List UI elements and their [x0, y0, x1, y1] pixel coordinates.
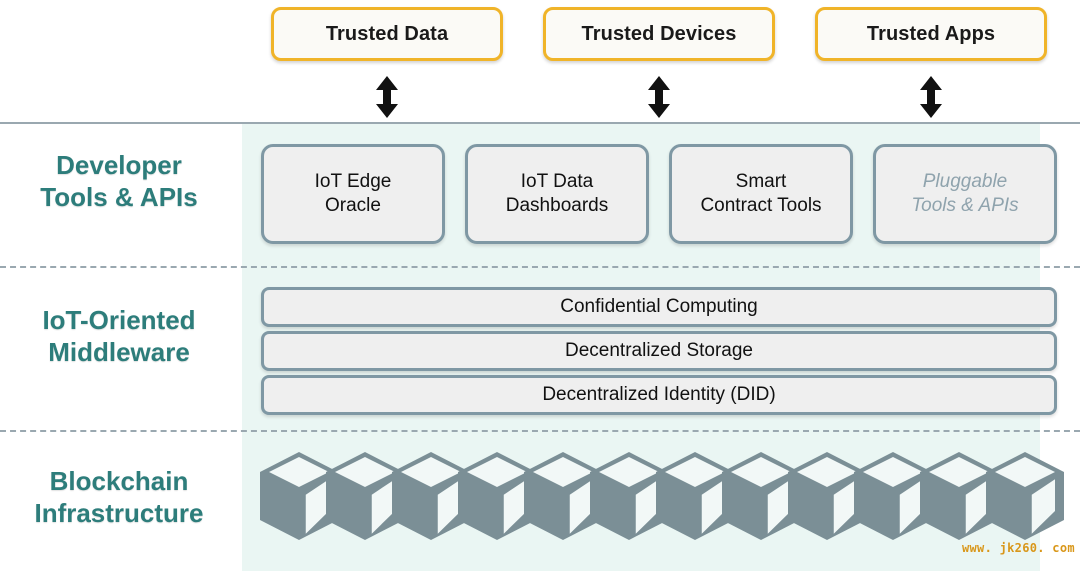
developer-card-pluggable-tools-apis[interactable]: Pluggable Tools & APIs [873, 144, 1057, 244]
middleware-card-text: Decentralized Storage [565, 339, 753, 361]
watermark-text: www. jk260. com [962, 541, 1075, 555]
trusted-data-label: Trusted Data [325, 22, 449, 45]
card-line-1: Smart [735, 170, 787, 192]
card-line-2: Dashboards [505, 195, 609, 216]
layer-label-developer-tools: Developer Tools & APIs [0, 150, 238, 213]
developer-card-smart-contract-tools[interactable]: Smart Contract Tools [669, 144, 853, 244]
layer-label-line-1: Blockchain [49, 466, 189, 496]
divider-middleware-blockchain [0, 430, 1080, 432]
layer-label-iot-middleware: IoT-Oriented Middleware [0, 305, 238, 368]
double-headed-vertical-arrow-icon [374, 75, 400, 119]
card-line-1: Pluggable [922, 170, 1008, 192]
card-line-2: Oracle [325, 195, 381, 216]
developer-card-text: IoT Edge Oracle [315, 170, 392, 219]
trusted-outcomes-row: Trusted Data Trusted Devices Trusted App… [0, 0, 1080, 70]
card-line-1: IoT Data [520, 170, 594, 192]
divider-developer-middleware [0, 266, 1080, 268]
double-headed-vertical-arrow-icon [646, 75, 672, 119]
blockchain-cube [986, 452, 1064, 540]
trusted-devices-box[interactable]: Trusted Devices [543, 7, 775, 61]
developer-card-iot-edge-oracle[interactable]: IoT Edge Oracle [261, 144, 445, 244]
middleware-card-decentralized-storage[interactable]: Decentralized Storage [261, 331, 1057, 371]
middleware-card-decentralized-identity[interactable]: Decentralized Identity (DID) [261, 375, 1057, 415]
layer-label-line-2: Tools & APIs [40, 181, 198, 212]
trusted-devices-label: Trusted Devices [581, 22, 737, 45]
middleware-card-text: Confidential Computing [560, 295, 758, 317]
double-headed-vertical-arrow-icon [918, 75, 944, 119]
card-line-2: Tools & APIs [911, 195, 1019, 216]
diagram-canvas: Trusted Data Trusted Devices Trusted App… [0, 0, 1080, 571]
developer-card-text: IoT Data Dashboards [506, 170, 608, 219]
trusted-data-box[interactable]: Trusted Data [271, 7, 503, 61]
divider-top [0, 122, 1080, 124]
developer-card-text: Pluggable Tools & APIs [911, 170, 1018, 219]
isometric-cube-chain-icon [258, 448, 1068, 548]
developer-card-text: Smart Contract Tools [700, 170, 821, 219]
middleware-card-confidential-computing[interactable]: Confidential Computing [261, 287, 1057, 327]
trusted-apps-box[interactable]: Trusted Apps [815, 7, 1047, 61]
developer-card-iot-data-dashboards[interactable]: IoT Data Dashboards [465, 144, 649, 244]
middleware-card-text: Decentralized Identity (DID) [542, 383, 776, 405]
card-line-1: IoT Edge [314, 170, 392, 192]
trusted-apps-label: Trusted Apps [866, 22, 996, 45]
layer-label-line-2: Middleware [48, 336, 190, 367]
card-line-2: Contract Tools [700, 195, 822, 216]
layer-label-line-1: Developer [56, 150, 182, 180]
layer-label-line-2: Infrastructure [34, 497, 204, 528]
layer-label-line-1: IoT-Oriented [42, 305, 196, 335]
layer-label-blockchain-infrastructure: Blockchain Infrastructure [0, 466, 238, 529]
